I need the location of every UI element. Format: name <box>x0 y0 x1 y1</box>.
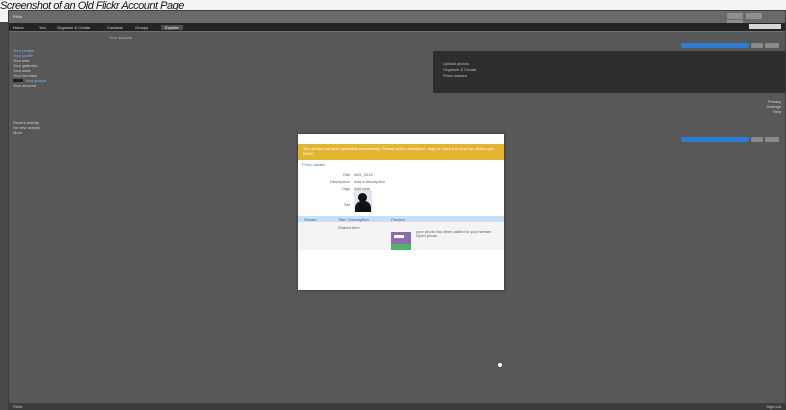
pill-icon <box>13 79 23 82</box>
nav-explore[interactable]: Explore <box>161 25 183 30</box>
lower-line: No new activity <box>13 125 40 130</box>
nav-contacts[interactable]: Contacts <box>107 25 123 30</box>
avatar-body <box>355 201 371 212</box>
field-value[interactable]: Add a description <box>354 179 385 184</box>
field-label: Title <box>342 172 350 177</box>
divider <box>9 31 785 32</box>
title-bar: Flickr <box>9 11 785 26</box>
thumbnail-strip <box>391 244 411 250</box>
avatar-icon <box>354 190 372 212</box>
thumbnail-tag <box>394 235 404 238</box>
banner-text: Your photo has been uploaded successfull… <box>303 146 494 156</box>
secondary-button[interactable] <box>765 43 779 48</box>
footer-right[interactable]: Sign out <box>766 404 781 409</box>
info-line: Your photos <box>13 49 183 53</box>
field-label: Set <box>343 202 350 207</box>
dark-panel-text: Upload photos Organize & Create Photo st… <box>443 61 476 79</box>
footer-bar: Flickr Sign out <box>9 403 785 409</box>
table-row: Shared item your photo has been added to… <box>298 222 504 250</box>
info-line: Your account <box>13 84 183 88</box>
row-meta[interactable]: Open photo <box>416 234 496 238</box>
window-tools <box>725 13 781 26</box>
primary-button[interactable] <box>681 43 749 48</box>
page-title: Your account <box>109 35 133 40</box>
preview-thumbnail[interactable] <box>391 232 411 250</box>
field-value: IMG_2012 <box>354 172 373 177</box>
row-right-text: your photo has been added to your stream… <box>416 230 496 238</box>
side-link[interactable]: Help <box>707 109 781 114</box>
secondary-button[interactable] <box>751 43 763 48</box>
field-label: Description <box>329 179 350 184</box>
nav-home[interactable]: Home <box>13 25 24 30</box>
dark-panel: Upload photos Organize & Create Photo st… <box>433 51 785 93</box>
nav-organize[interactable]: Organize & Create <box>57 25 90 30</box>
info-line: Your galleries <box>13 64 183 68</box>
side-links: Privacy Settings Help <box>707 99 781 114</box>
info-line: Your groups <box>13 79 183 83</box>
top-navigation: Home You Organize & Create Contacts Grou… <box>9 23 785 31</box>
lower-line[interactable]: More <box>13 131 163 135</box>
upload-modal: Your photo has been uploaded successfull… <box>298 134 504 290</box>
footer-left: Flickr <box>13 404 23 409</box>
lower-info: Recent activity No new activity More <box>13 121 163 136</box>
success-banner: Your photo has been uploaded successfull… <box>298 144 504 160</box>
info-line: Your profile <box>13 54 183 58</box>
row-left-text: Shared item <box>338 225 360 230</box>
info-line: Your sets <box>13 59 183 63</box>
info-line: Your stats <box>13 69 183 73</box>
secondary-button[interactable] <box>765 137 779 142</box>
cursor-dot <box>498 363 502 367</box>
nav-groups[interactable]: Groups <box>135 25 148 30</box>
tool-chip[interactable] <box>727 13 743 19</box>
primary-button[interactable] <box>681 137 749 142</box>
modal-subheading: Photo details <box>302 162 326 167</box>
left-text: Your account <box>13 83 37 88</box>
nav-you[interactable]: You <box>39 25 46 30</box>
field-label: Tags <box>341 186 350 191</box>
tool-chip[interactable] <box>746 13 763 19</box>
search-input[interactable] <box>749 24 781 29</box>
secondary-button[interactable] <box>751 137 763 142</box>
dark-panel-line: Photo stream <box>443 73 467 78</box>
window-title: Flickr <box>13 14 23 19</box>
